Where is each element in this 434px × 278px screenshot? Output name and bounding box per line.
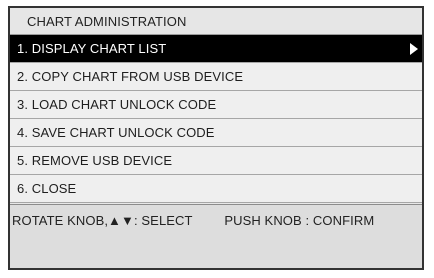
- help-bar: ROTATE KNOB,▲▼: SELECT PUSH KNOB : CONFI…: [10, 204, 422, 268]
- help-select-text: ROTATE KNOB,▲▼: SELECT: [12, 213, 193, 228]
- menu-item-label: 5. REMOVE USB DEVICE: [17, 153, 173, 168]
- chart-administration-menu: CHART ADMINISTRATION 1. DISPLAY CHART LI…: [8, 6, 424, 270]
- menu-item-label: 4. SAVE CHART UNLOCK CODE: [17, 125, 215, 140]
- menu-item-close[interactable]: 6. CLOSE: [10, 175, 422, 203]
- menu-item-save-chart-unlock-code[interactable]: 4. SAVE CHART UNLOCK CODE: [10, 119, 422, 147]
- menu-item-copy-chart-from-usb[interactable]: 2. COPY CHART FROM USB DEVICE: [10, 63, 422, 91]
- triangle-right-icon: [410, 43, 418, 55]
- menu-item-load-chart-unlock-code[interactable]: 3. LOAD CHART UNLOCK CODE: [10, 91, 422, 119]
- menu-item-label: 1. DISPLAY CHART LIST: [17, 41, 167, 56]
- menu-item-display-chart-list[interactable]: 1. DISPLAY CHART LIST: [10, 35, 422, 63]
- menu-item-remove-usb-device[interactable]: 5. REMOVE USB DEVICE: [10, 147, 422, 175]
- menu-title: CHART ADMINISTRATION: [10, 8, 422, 35]
- menu-item-label: 6. CLOSE: [17, 181, 77, 196]
- menu-list: 1. DISPLAY CHART LIST 2. COPY CHART FROM…: [10, 35, 422, 203]
- menu-item-label: 3. LOAD CHART UNLOCK CODE: [17, 97, 217, 112]
- help-confirm-text: PUSH KNOB : CONFIRM: [224, 213, 375, 228]
- menu-item-label: 2. COPY CHART FROM USB DEVICE: [17, 69, 244, 84]
